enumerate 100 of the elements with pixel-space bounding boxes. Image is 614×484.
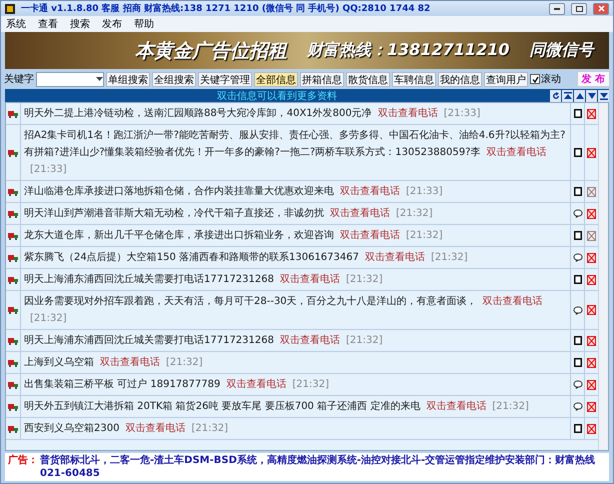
keyword-label: 关键字 [4,72,34,86]
speech-bubble-icon[interactable] [572,380,582,389]
truck-icon [8,380,18,388]
speech-bubble-icon[interactable] [572,253,582,262]
down-arrow-icon[interactable] [586,90,597,102]
search-button[interactable]: 全组搜索 [152,72,196,86]
window-title: 一卡通 v1.1.8.80 客服 招商 财富热线:138 1271 1210 (微信号 同 手机号) QQ:2810 1744 82 [21,2,432,15]
square-icon[interactable] [574,424,582,433]
filter-tab[interactable]: 拼箱信息 [300,72,344,86]
view-phone-link[interactable]: 双击查看电话 [280,335,340,346]
view-phone-link[interactable]: 双击查看电话 [378,108,438,119]
search-button[interactable]: 关键字管理 [198,72,252,86]
view-phone-link[interactable]: 双击查看电话 [226,379,286,390]
square-icon[interactable] [574,148,582,157]
refresh-icon[interactable] [550,90,561,102]
truck-icon [8,358,18,366]
square-icon[interactable] [574,275,582,284]
filter-tab[interactable]: 全部信息 [254,72,298,86]
jump-top-icon[interactable] [562,90,573,102]
view-phone-link[interactable]: 双击查看电话 [340,230,400,241]
minimize-icon [554,8,560,10]
publish-button[interactable]: 发 布 [576,71,610,87]
message-time: [21:32] [346,274,383,285]
truck-icon [8,424,18,432]
menu-item[interactable]: 查看 [38,17,58,31]
menu-item[interactable]: 发布 [102,17,122,31]
message-time: [21:33] [30,164,67,175]
jump-bottom-icon[interactable] [598,90,609,102]
square-icon[interactable] [574,358,582,367]
message-time: [21:32] [292,379,329,390]
view-phone-link[interactable]: 双击查看电话 [364,252,425,263]
filter-tab[interactable]: 散货信息 [346,72,390,86]
square-icon[interactable] [574,231,582,240]
menu-item[interactable]: 系统 [6,17,26,31]
message-time: [21:32] [30,313,67,324]
message-text[interactable]: 西安到义乌空箱2300 双击查看电话 [21:32] [21,418,570,439]
maximize-icon [576,6,582,12]
message-text[interactable]: 明天上海浦东浦西回沈丘城关需要打电话17717231268 双击查看电话 [21:32] [21,330,570,351]
square-icon[interactable] [574,187,582,196]
truck-icon [8,254,18,262]
minimize-button[interactable] [549,2,565,14]
message-text[interactable]: 明天上海浦东浦西回沈丘城关需要打电话17717231268 双击查看电话 [21:32] [21,269,570,290]
truck-icon [8,306,18,314]
truck-icon [8,188,18,196]
menu-item[interactable]: 帮助 [134,17,154,31]
message-text[interactable]: 明天洋山到芦潮港音菲斯大箱无动检，冷代干箱子直接还，非诚勿扰 双击查看电话 [21:32] [21,203,570,224]
banner-text: 本黄金广告位招租 [135,38,287,64]
maximize-button[interactable] [571,2,587,14]
message-time: [21:32] [346,335,383,346]
checkbox[interactable] [530,74,540,84]
message-text[interactable]: 招A2集卡司机1名！跑江浙沪一带?能吃苦耐劳、服从安排、责任心强、多劳多得、中国石化油卡、油给4.6升?以轻箱为主?有拼箱?进洋山少?懂集装箱经验者优先！开一年多的豪翰?一拖二?两桥车联系方式：13052388059?李 双击查看电话 [21:33] [21,125,570,180]
speech-bubble-icon[interactable] [572,402,582,411]
square-icon[interactable] [574,336,582,345]
message-time: [21:32] [406,230,443,241]
view-phone-link[interactable]: 双击查看电话 [482,296,543,307]
truck-icon [8,148,18,156]
filter-tab[interactable]: 查询用户 [484,72,528,86]
filter-tab[interactable]: 车聘信息 [392,72,436,86]
message-text[interactable]: 明天外二提上港冷链动检，送南汇园顺路88号大宛冷库卸，40X1外发800元净 双击查看电话 [21:33] [21,103,570,124]
view-phone-link[interactable]: 双击查看电话 [100,357,160,368]
view-phone-link[interactable]: 双击查看电话 [486,147,547,158]
truck-icon [8,110,18,118]
keyword-combo-field[interactable] [36,72,104,86]
view-phone-link[interactable]: 双击查看电话 [125,423,186,434]
truck-icon [8,336,18,344]
search-button[interactable]: 单组搜索 [106,72,150,86]
message-text[interactable]: 洋山临港仓库承接进口落地拆箱仓储，合作内装挂靠量大优惠欢迎来电 双击查看电话 [21:33] [21,181,570,202]
ad-text: 普货部标北斗，二客一危-渣土车DSM-BSD系统，高精度燃油探测系统-油控对接北斗-交管运管指定维护安装部门：财富热线021-60485 [40,454,596,480]
message-text[interactable]: 紫东腾飞（24点后提）大空箱150 落浦西春和路顺带的联系13061673467 双击查看电话 [21:32] [21,247,570,268]
close-button[interactable] [593,2,609,14]
filter-tab[interactable]: 我的信息 [438,72,482,86]
speech-bubble-icon[interactable] [572,306,582,314]
app-icon [5,4,15,14]
message-time: [21:32] [191,423,228,434]
truck-icon [8,210,18,218]
view-phone-link[interactable]: 双击查看电话 [280,274,340,285]
truck-icon [8,276,18,284]
banner-text: 同微信号 [529,40,594,61]
message-text[interactable]: 出售集装箱三桥平板 可过户 18917877789 双击查看电话 [21:32] [21,374,570,395]
menu-item[interactable]: 搜索 [70,17,90,31]
checkbox-label: 滚动 [541,72,561,86]
message-text[interactable]: 龙东大道仓库，新出几千平仓储仓库，承接进出口拆箱业务，欢迎咨询 双击查看电话 [21:32] [21,225,570,246]
ad-label: 广告： [8,454,38,468]
close-icon [598,5,604,12]
message-text[interactable]: 因业务需要现对外招车跟着跑，天天有活，每月可干28--30天，百分之九十八是洋山的，有意者面谈， 双击查看电话 [21:32] [21,291,570,329]
message-time: [21:32] [166,357,203,368]
view-phone-link[interactable]: 双击查看电话 [340,186,400,197]
up-arrow-icon[interactable] [574,90,585,102]
message-text[interactable]: 上海到义乌空箱 双击查看电话 [21:32] [21,352,570,373]
message-text[interactable]: 明天外五到镇江大港拆箱 20TK箱 箱货26吨 要放车尾 要压板700 箱子还浦西 定准的来电 双击查看电话 [21:32] [21,396,570,417]
view-phone-link[interactable]: 双击查看电话 [426,401,486,412]
message-time: [21:33] [406,186,443,197]
message-time: [21:32] [492,401,529,412]
truck-icon [8,402,18,410]
truck-icon [8,232,18,240]
speech-bubble-icon[interactable] [572,209,582,218]
view-phone-link[interactable]: 双击查看电话 [330,208,390,219]
scrollbar[interactable] [598,103,608,450]
square-icon[interactable] [574,109,582,118]
dropdown-caret-icon [96,77,103,81]
